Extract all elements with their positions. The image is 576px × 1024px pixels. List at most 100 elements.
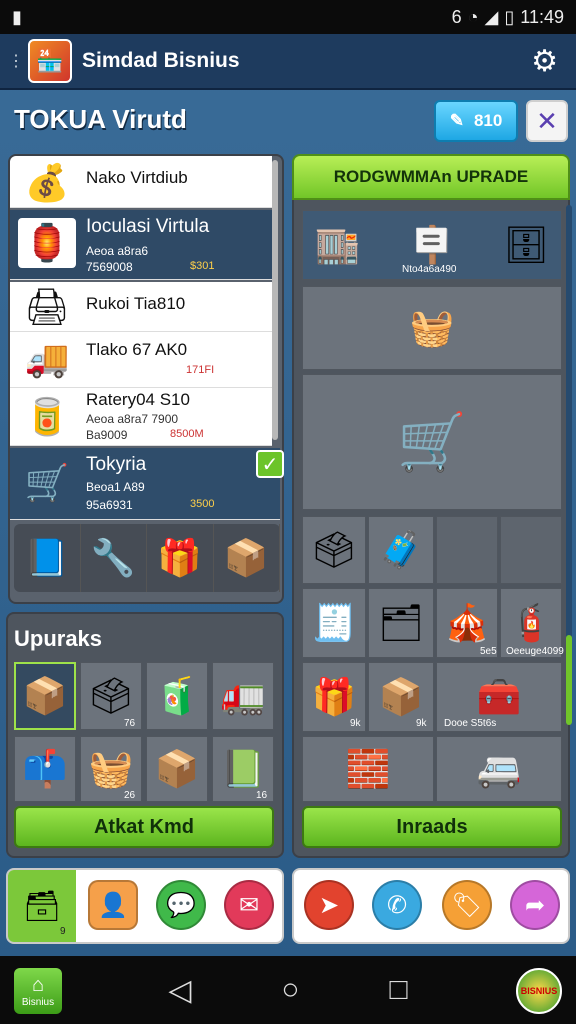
person-icon: 👤 xyxy=(98,891,128,919)
start-button[interactable]: Atkat Kmd xyxy=(14,806,274,848)
upgrade-scrollbar[interactable] xyxy=(566,205,572,725)
upgrade-slot-selected[interactable]: 📦 xyxy=(14,662,76,730)
item-name: Rukoi Tia810 xyxy=(86,294,186,313)
gift-box-icon[interactable]: 🎁 xyxy=(147,524,214,592)
item-price: 8500M xyxy=(170,428,204,440)
item-code: Ba9009 xyxy=(86,428,128,442)
upgrade-slot[interactable]: 🧃 xyxy=(146,662,208,730)
display-icon: 🎁 xyxy=(311,676,357,717)
phone-icon: ✆ xyxy=(386,891,408,919)
recents-icon[interactable]: □ xyxy=(390,973,408,1007)
home-icon[interactable]: ○ xyxy=(281,973,299,1007)
upgrade-label: 9k xyxy=(416,718,427,729)
item-price: 171FI xyxy=(186,364,215,376)
box-icon: 📦 xyxy=(378,676,424,717)
app-title: Simdad Bisnius xyxy=(82,49,240,72)
upgrade-slot[interactable]: 📦 xyxy=(146,736,208,802)
app-bar: ⋮ 🏪 Simdad Bisnius ⚙ xyxy=(0,34,576,90)
tool-row: 📘 🔧 🎁 📦 xyxy=(14,524,280,592)
upgrade-slot[interactable]: 📫 xyxy=(14,736,76,802)
close-button[interactable]: ✕ xyxy=(526,100,568,142)
business-logo-button[interactable]: BISNIUS xyxy=(516,968,562,1014)
upgrade-header: RODGWMMAn UPRADE xyxy=(292,154,570,200)
upgrade-tile[interactable]: 🧺 xyxy=(302,286,562,370)
share-button[interactable]: ➦ xyxy=(510,880,560,930)
upgrade-tile[interactable]: 🧳 xyxy=(368,516,434,584)
billboard-icon: 🪧 xyxy=(409,224,455,265)
mail-icon: ✉ xyxy=(238,891,260,919)
list-item[interactable]: 🖨 Rukoi Tia810 xyxy=(10,282,272,332)
check-icon[interactable]: ✓ xyxy=(256,450,284,478)
upgrade-label: 9k xyxy=(350,718,361,729)
item-code: 95a6931 xyxy=(86,498,133,512)
counter-icon: 🧾 xyxy=(311,602,357,643)
badge-count: 9 xyxy=(60,926,66,937)
list-item-selected[interactable]: 🛒 Tokyria Beoa1 A89 95a6931 3500 xyxy=(10,448,280,520)
upgrade-tile[interactable]: 🧱 xyxy=(302,736,434,802)
parcel-icon: 📫 xyxy=(22,748,68,789)
upgrade-label: 5e5 xyxy=(480,646,497,657)
item-sub: Aeoa a8ra6 xyxy=(86,244,149,258)
share-icon: ➦ xyxy=(524,891,546,919)
upgrade-label: Oeeuge4099 xyxy=(506,646,564,657)
coin-value: 810 xyxy=(473,111,503,130)
tools-icon[interactable]: 🔧 xyxy=(81,524,147,592)
item-sub: Aeoa a8ra7 7900 xyxy=(86,412,179,426)
send-button[interactable]: ➤ xyxy=(304,880,354,930)
upgrade-tile-empty[interactable] xyxy=(436,516,498,584)
cabinet-icon: 🧳 xyxy=(378,529,424,570)
upgrades-title: Upuraks xyxy=(14,626,103,651)
settings-gear-icon[interactable]: ⚙ xyxy=(531,44,558,79)
game-screen: { "status": {"left_icon": "notification-… xyxy=(0,0,576,1024)
list-item-selected[interactable]: 🏮 Ioculasi Virtula Aeoa a8ra6 7569008 $3… xyxy=(10,210,272,280)
van-icon: 🚐 xyxy=(476,748,522,789)
list-item[interactable]: 🚚 Tlako 67 AK0 171FI xyxy=(10,332,272,388)
status-bar: ▮ 6 ◔ ◢ ▯ 11:49 xyxy=(0,0,576,34)
close-icon: ✕ xyxy=(536,105,558,136)
scroll-thumb[interactable] xyxy=(566,635,572,725)
upgrade-slot[interactable]: 🚛 xyxy=(212,662,274,730)
shelf-icon: 🗄 xyxy=(503,224,549,265)
upgrade-tile-empty[interactable] xyxy=(500,516,562,584)
arrow-icon: ➤ xyxy=(318,891,340,919)
status-signal-count: 6 xyxy=(451,6,462,27)
item-name: Ioculasi Virtula xyxy=(86,216,210,237)
box-icon: 📦 xyxy=(154,748,200,789)
slot-label: 76 xyxy=(124,718,136,729)
list-item[interactable]: 🥫 Ratery04 S10 Aeoa a8ra7 7900 Ba9009 85… xyxy=(10,388,272,446)
upgrade-action-button[interactable]: Inraads xyxy=(302,806,562,848)
crate-stack-icon: 🧰 xyxy=(476,676,522,717)
coin-balance-button[interactable]: ✎ 810 xyxy=(434,100,518,142)
box-icon: 📦 xyxy=(22,675,68,716)
list-scrollbar[interactable] xyxy=(272,160,278,440)
page-title: TOKUA Virutd xyxy=(14,104,187,134)
character-button[interactable]: 👤 xyxy=(88,880,138,930)
upgrade-tile[interactable]: 🚐 xyxy=(436,736,562,802)
upgrade-tile[interactable]: 🗳 xyxy=(302,516,366,584)
rack-icon: 🎪 xyxy=(444,602,490,643)
upgrade-tile[interactable]: 🧾 xyxy=(302,588,366,658)
chat-icon: 💬 xyxy=(166,891,196,919)
book-icon: 📗 xyxy=(220,748,266,789)
mail-button[interactable]: ✉ xyxy=(224,880,274,930)
cart-icon: 🛒 xyxy=(397,410,467,473)
forklift-icon: 🛒 xyxy=(24,462,70,503)
shop-button[interactable]: 🏷 xyxy=(442,880,492,930)
crate-icon: 🧺 xyxy=(88,748,134,789)
list-item[interactable]: 💰 Nako Virtdiub xyxy=(10,156,272,208)
crate-icon[interactable]: 📦 xyxy=(214,524,280,592)
item-price: 3500 xyxy=(190,498,215,510)
item-code: 7569008 xyxy=(86,260,133,274)
truck-icon: 🚚 xyxy=(24,338,70,379)
truck-icon: 🚛 xyxy=(220,675,266,716)
book-icon[interactable]: 📘 xyxy=(14,524,81,592)
upgrade-tile[interactable]: 🗂 xyxy=(368,588,434,658)
back-icon[interactable]: ◁ xyxy=(168,973,191,1008)
home-shortcut-button[interactable]: ⌂ Bisnius xyxy=(14,968,62,1014)
call-button[interactable]: ✆ xyxy=(372,880,422,930)
chat-button[interactable]: 💬 xyxy=(156,880,206,930)
app-logo-icon: 🏪 xyxy=(28,39,72,83)
menu-icon[interactable]: ⋮ xyxy=(8,51,24,71)
chest-icon: 🧱 xyxy=(345,748,391,789)
upgrade-tile-large[interactable]: 🛒 xyxy=(302,374,562,510)
